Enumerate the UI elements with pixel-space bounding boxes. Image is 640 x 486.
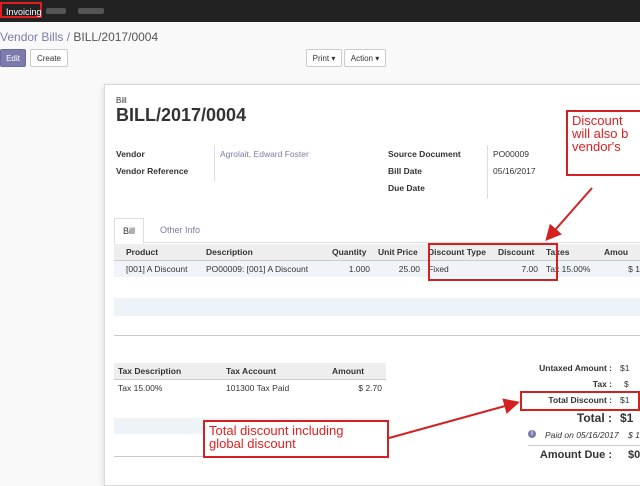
empty-table-row xyxy=(114,298,640,316)
field-separator xyxy=(214,145,215,181)
amount-due-value: $0 xyxy=(628,449,640,461)
menu-item-blurred[interactable] xyxy=(78,8,104,14)
breadcrumb: Vendor Bills / BILL/2017/0004 xyxy=(0,30,158,44)
cell-unit-price: 25.00 xyxy=(374,260,424,277)
create-button[interactable]: Create xyxy=(30,49,68,67)
breadcrumb-current: BILL/2017/0004 xyxy=(73,30,159,44)
col-tax-amount[interactable]: Amount xyxy=(328,363,386,380)
table-divider xyxy=(114,335,640,336)
info-icon[interactable]: i xyxy=(528,430,536,438)
amount-due-label: Amount Due : xyxy=(539,449,612,461)
cell-tax-account: 101300 Tax Paid xyxy=(226,383,290,393)
vendor-label: Vendor xyxy=(116,149,145,159)
edit-button[interactable]: Edit xyxy=(0,49,26,67)
cell-description: PO00009: [001] A Discount xyxy=(202,260,328,277)
due-date-label: Due Date xyxy=(388,183,425,193)
discount-columns-highlight xyxy=(428,243,558,281)
payment-info: Paid on 05/16/2017 xyxy=(545,430,619,440)
cell-product: [001] A Discount xyxy=(114,260,202,277)
menu-item-blurred[interactable] xyxy=(46,8,66,14)
cell-amount: $ 1 xyxy=(600,260,640,277)
vendor-reference-label: Vendor Reference xyxy=(116,166,189,176)
document-type-label: Bill xyxy=(116,96,127,105)
bill-number-title: BILL/2017/0004 xyxy=(116,105,247,125)
callout-line: vendor's xyxy=(572,139,621,154)
notebook-tabs: Bill Other Info xyxy=(114,218,640,244)
cell-tax-amount: $ 2.70 xyxy=(358,383,382,393)
top-navbar: Invoicing xyxy=(0,0,640,22)
col-tax-description[interactable]: Tax Description xyxy=(114,363,222,380)
vendor-link[interactable]: Agrolait, Edward Foster xyxy=(220,149,309,159)
table-header-row: Tax Description Tax Account Amount xyxy=(114,363,386,380)
total-discount-callout: Total discount including global discount xyxy=(203,420,389,458)
total-discount-highlight xyxy=(520,391,640,411)
field-separator xyxy=(487,145,488,199)
col-quantity[interactable]: Quantity xyxy=(328,244,374,261)
table-row[interactable]: [001] A Discount PO00009: [001] A Discou… xyxy=(114,260,640,277)
untaxed-amount-value: $1 xyxy=(620,363,630,373)
discount-callout: Discount will also b vendor's xyxy=(566,110,640,176)
untaxed-amount-label: Untaxed Amount : xyxy=(539,363,612,373)
tax-total-label: Tax : xyxy=(592,379,612,389)
callout-line: global discount xyxy=(209,436,296,451)
tax-lines-table: Tax Description Tax Account Amount Tax 1… xyxy=(114,363,386,396)
tab-bill[interactable]: Bill xyxy=(114,218,145,244)
table-header-row: Product Description Quantity Unit Price … xyxy=(114,244,640,261)
action-dropdown[interactable]: Action ▾ xyxy=(344,49,386,67)
cell-tax-description: Tax 15.00% xyxy=(118,383,163,393)
breadcrumb-vendor-bills[interactable]: Vendor Bills / xyxy=(0,30,70,44)
amount-due-divider xyxy=(528,445,640,446)
tab-other-info[interactable]: Other Info xyxy=(152,218,208,242)
col-tax-account[interactable]: Tax Account xyxy=(222,363,328,380)
source-document-value: PO00009 xyxy=(493,149,529,159)
tax-total-value: $ xyxy=(624,379,629,389)
col-unit-price[interactable]: Unit Price xyxy=(374,244,424,261)
source-document-label: Source Document xyxy=(388,149,461,159)
app-menu-invoicing[interactable]: Invoicing xyxy=(0,2,42,18)
table-row[interactable]: Tax 15.00% 101300 Tax Paid $ 2.70 xyxy=(114,380,386,397)
payment-amount: $ 1 xyxy=(628,430,640,440)
total-value: $1 xyxy=(620,411,634,425)
col-description[interactable]: Description xyxy=(202,244,328,261)
bill-date-value: 05/16/2017 xyxy=(493,166,536,176)
bill-date-label: Bill Date xyxy=(388,166,423,176)
print-dropdown[interactable]: Print ▾ xyxy=(306,49,342,67)
total-label: Total : xyxy=(576,411,612,425)
invoice-lines-table: Product Description Quantity Unit Price … xyxy=(114,244,640,277)
col-amount[interactable]: Amou xyxy=(600,244,640,261)
col-product[interactable]: Product xyxy=(114,244,202,261)
cell-quantity: 1.000 xyxy=(328,260,374,277)
